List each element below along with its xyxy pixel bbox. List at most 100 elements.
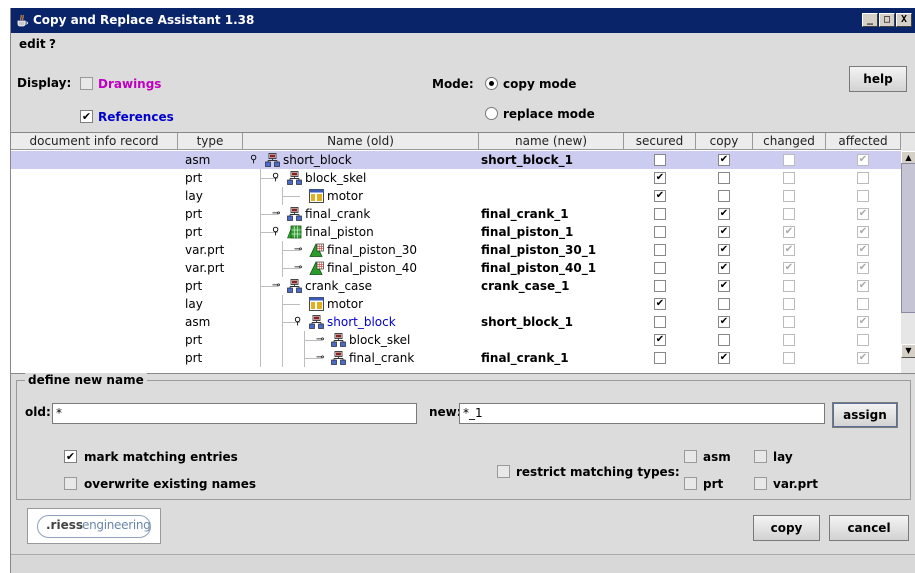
type-lay-checkbox[interactable] (754, 450, 767, 463)
new-name-cell[interactable] (481, 331, 621, 349)
replace-mode-label[interactable]: replace mode (503, 107, 595, 121)
new-name-cell[interactable]: crank_case_1 (481, 277, 621, 295)
help-button[interactable]: help (849, 66, 907, 92)
maximize-button[interactable]: □ (879, 13, 895, 27)
secured-checkbox[interactable] (654, 280, 666, 292)
type-varprt-checkbox[interactable] (754, 477, 767, 490)
type-asm-label[interactable]: asm (703, 450, 731, 464)
table-row[interactable]: prt ⚲ block_skel ✔ (11, 169, 901, 187)
scroll-thumb[interactable] (901, 163, 915, 313)
copy-checkbox[interactable]: ✔ (718, 280, 730, 292)
old-name-cell[interactable]: short_block (283, 151, 481, 169)
secured-checkbox[interactable]: ✔ (654, 172, 666, 184)
copy-checkbox[interactable]: ✔ (718, 226, 730, 238)
mark-matching-label[interactable]: mark matching entries (84, 450, 238, 464)
table-row[interactable]: var.prt ⊸ final_piston_30 final_piston_30_1… (11, 241, 901, 259)
secured-checkbox[interactable] (654, 208, 666, 220)
copy-checkbox[interactable] (718, 298, 730, 310)
copy-button[interactable]: copy (753, 515, 820, 541)
new-name-cell[interactable]: short_block_1 (481, 151, 621, 169)
tree-expand-handle-icon[interactable]: ⊸ (272, 209, 280, 219)
table-row[interactable]: prt ⊸ block_skel ✔ (11, 331, 901, 349)
new-name-cell[interactable] (481, 169, 621, 187)
copy-checkbox[interactable]: ✔ (718, 208, 730, 220)
secured-checkbox[interactable] (654, 226, 666, 238)
new-name-cell[interactable]: final_piston_40_1 (481, 259, 621, 277)
copy-checkbox[interactable] (718, 190, 730, 202)
tree-expand-handle-icon[interactable]: ⚲ (272, 227, 279, 237)
table-row[interactable]: lay motor ✔ (11, 187, 901, 205)
title-bar[interactable]: Copy and Replace Assistant 1.38 _ □ X (11, 8, 915, 33)
table-row[interactable]: prt ⊸ final_crank final_crank_1 ✔ ✔ (11, 349, 901, 367)
copy-mode-label[interactable]: copy mode (503, 77, 576, 91)
new-name-cell[interactable] (481, 295, 621, 313)
vertical-scrollbar[interactable]: ▲ ▼ (901, 133, 915, 373)
old-name-cell[interactable]: block_skel (305, 169, 481, 187)
new-name-cell[interactable] (481, 187, 621, 205)
secured-checkbox[interactable]: ✔ (654, 298, 666, 310)
secured-checkbox[interactable] (654, 352, 666, 364)
secured-checkbox[interactable] (654, 262, 666, 274)
tree-expand-handle-icon[interactable]: ⚲ (272, 173, 279, 183)
new-name-cell[interactable]: final_piston_30_1 (481, 241, 621, 259)
table-row[interactable]: prt ⊸ crank_case crank_case_1 ✔ ✔ (11, 277, 901, 295)
secured-checkbox[interactable] (654, 316, 666, 328)
secured-checkbox[interactable]: ✔ (654, 334, 666, 346)
table-row[interactable]: lay motor ✔ (11, 295, 901, 313)
table-row[interactable]: asm ⚲ short_block short_block_1 ✔ ✔ (11, 313, 901, 331)
new-name-field[interactable]: *_1 (459, 403, 825, 424)
table-row[interactable]: prt ⊸ final_crank final_crank_1 ✔ ✔ (11, 205, 901, 223)
mark-matching-checkbox[interactable]: ✔ (64, 450, 77, 463)
copy-checkbox[interactable] (718, 172, 730, 184)
secured-checkbox[interactable] (654, 244, 666, 256)
scroll-down-arrow-icon[interactable]: ▼ (901, 344, 915, 358)
overwrite-label[interactable]: overwrite existing names (84, 477, 256, 491)
drawings-label[interactable]: Drawings (98, 77, 161, 91)
restrict-types-label[interactable]: restrict matching types: (516, 465, 680, 479)
column-header[interactable]: changed (753, 133, 826, 150)
tree-expand-handle-icon[interactable]: ⊸ (294, 245, 302, 255)
minimize-button[interactable]: _ (862, 13, 878, 27)
type-prt-checkbox[interactable] (684, 477, 697, 490)
assign-button[interactable]: assign (832, 402, 898, 428)
tree-expand-handle-icon[interactable]: ⊸ (294, 263, 302, 273)
column-header[interactable]: name (new) (479, 133, 624, 150)
secured-checkbox[interactable] (654, 154, 666, 166)
copy-checkbox[interactable]: ✔ (718, 262, 730, 274)
type-asm-checkbox[interactable] (684, 450, 697, 463)
restrict-types-checkbox[interactable] (497, 465, 510, 478)
copy-mode-radio[interactable] (485, 77, 498, 90)
new-name-cell[interactable]: final_crank_1 (481, 205, 621, 223)
table-row[interactable]: asm ⚲ short_block short_block_1 ✔ ✔ (11, 151, 901, 169)
close-button[interactable]: X (896, 13, 912, 27)
old-name-cell[interactable]: motor (327, 295, 481, 313)
column-header[interactable]: affected (826, 133, 901, 150)
cancel-button[interactable]: cancel (829, 515, 909, 541)
copy-checkbox[interactable] (718, 334, 730, 346)
type-varprt-label[interactable]: var.prt (773, 477, 818, 491)
old-name-field[interactable]: * (52, 403, 417, 424)
drawings-checkbox[interactable] (80, 77, 93, 90)
column-header[interactable]: document info record (11, 133, 178, 150)
old-name-cell[interactable]: final_crank (349, 349, 481, 367)
tree-expand-handle-icon[interactable]: ⚲ (250, 155, 257, 165)
copy-checkbox[interactable]: ✔ (718, 352, 730, 364)
old-name-cell[interactable]: final_piston (305, 223, 481, 241)
table-row[interactable]: prt ⚲ final_piston final_piston_1 ✔ ✔ ✔ (11, 223, 901, 241)
type-lay-label[interactable]: lay (773, 450, 793, 464)
table-row[interactable]: var.prt ⊸ final_piston_40 final_piston_40_1… (11, 259, 901, 277)
replace-mode-radio[interactable] (485, 107, 498, 120)
menu-help[interactable]: ? (49, 37, 56, 51)
new-name-cell[interactable]: short_block_1 (481, 313, 621, 331)
references-checkbox[interactable]: ✔ (80, 110, 93, 123)
copy-checkbox[interactable]: ✔ (718, 244, 730, 256)
column-header[interactable]: secured (624, 133, 696, 150)
copy-checkbox[interactable]: ✔ (718, 316, 730, 328)
copy-checkbox[interactable]: ✔ (718, 154, 730, 166)
old-name-cell[interactable]: motor (327, 187, 481, 205)
old-name-cell[interactable]: final_piston_30 (327, 241, 481, 259)
overwrite-checkbox[interactable] (64, 477, 77, 490)
new-name-cell[interactable]: final_piston_1 (481, 223, 621, 241)
old-name-cell[interactable]: final_crank (305, 205, 481, 223)
tree-expand-handle-icon[interactable]: ⊸ (316, 335, 324, 345)
